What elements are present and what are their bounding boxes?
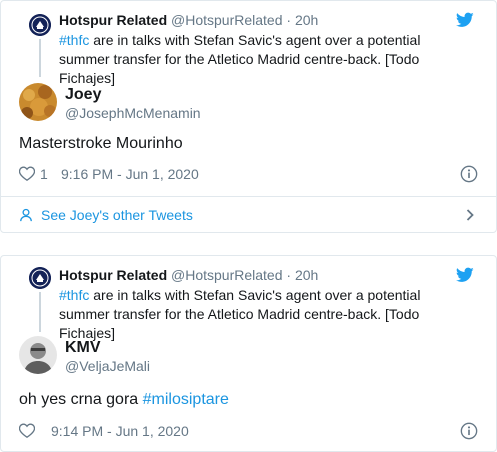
- context-tweet-time[interactable]: · 20h: [286, 12, 318, 28]
- see-other-tweets-link[interactable]: See Joey's other Tweets: [19, 203, 478, 227]
- author-name[interactable]: KMV: [65, 338, 101, 357]
- kmv-avatar[interactable]: [19, 336, 57, 374]
- context-tweet-text: #thfc are in talks with Stefan Savic's a…: [59, 31, 469, 88]
- tweet-body: oh yes crna gora: [19, 391, 143, 408]
- joey-avatar[interactable]: [19, 83, 57, 121]
- like-count[interactable]: 1: [40, 164, 48, 184]
- hotspur-related-avatar[interactable]: [29, 267, 51, 289]
- chevron-right-icon[interactable]: [464, 209, 476, 221]
- context-tweet-header: Hotspur Related @HotspurRelated · 20h: [59, 267, 318, 284]
- context-author-handle[interactable]: @HotspurRelated: [171, 267, 283, 283]
- context-author-name[interactable]: Hotspur Related: [59, 267, 167, 283]
- tweet-timestamp[interactable]: 9:14 PM - Jun 1, 2020: [51, 421, 189, 441]
- thread-connector-line: [39, 292, 41, 332]
- info-icon[interactable]: [460, 422, 478, 440]
- twitter-bird-icon[interactable]: [456, 267, 474, 283]
- tweet-text: Masterstroke Mourinho: [19, 134, 183, 154]
- context-author-name[interactable]: Hotspur Related: [59, 12, 167, 28]
- context-tweet-text: #thfc are in talks with Stefan Savic's a…: [59, 286, 469, 343]
- tweet-meta: 9:14 PM - Jun 1, 2020: [19, 421, 478, 441]
- info-icon[interactable]: [460, 165, 478, 183]
- context-author-handle[interactable]: @HotspurRelated: [171, 12, 283, 28]
- context-hashtag[interactable]: #thfc: [59, 287, 89, 303]
- tweet-hashtag[interactable]: #milosiptare: [143, 391, 229, 408]
- tweet-text: oh yes crna gora #milosiptare: [19, 390, 229, 410]
- author-name[interactable]: Joey: [65, 85, 101, 104]
- context-tweet-body: are in talks with Stefan Savic's agent o…: [59, 287, 421, 341]
- context-hashtag[interactable]: #thfc: [59, 32, 89, 48]
- tweet-meta: 1 9:16 PM - Jun 1, 2020: [19, 164, 478, 184]
- divider: [1, 196, 496, 197]
- context-tweet-header: Hotspur Related @HotspurRelated · 20h: [59, 12, 318, 29]
- twitter-bird-icon[interactable]: [456, 12, 474, 28]
- heart-icon[interactable]: [19, 423, 35, 438]
- heart-icon[interactable]: [19, 166, 35, 181]
- context-tweet-time[interactable]: · 20h: [286, 267, 318, 283]
- tweet-body: Masterstroke Mourinho: [19, 135, 183, 152]
- embedded-tweet-1[interactable]: Hotspur Related @HotspurRelated · 20h #t…: [0, 0, 497, 233]
- thread-connector-line: [39, 39, 41, 77]
- person-icon: [20, 208, 32, 222]
- tweet-timestamp[interactable]: 9:16 PM - Jun 1, 2020: [61, 164, 199, 184]
- author-handle[interactable]: @VeljaJeMali: [65, 358, 150, 375]
- context-tweet-body: are in talks with Stefan Savic's agent o…: [59, 32, 421, 86]
- see-other-tweets-label[interactable]: See Joey's other Tweets: [41, 203, 193, 227]
- hotspur-related-avatar[interactable]: [29, 14, 51, 36]
- embedded-tweet-2[interactable]: Hotspur Related @HotspurRelated · 20h #t…: [0, 255, 497, 452]
- author-handle[interactable]: @JosephMcMenamin: [65, 105, 201, 122]
